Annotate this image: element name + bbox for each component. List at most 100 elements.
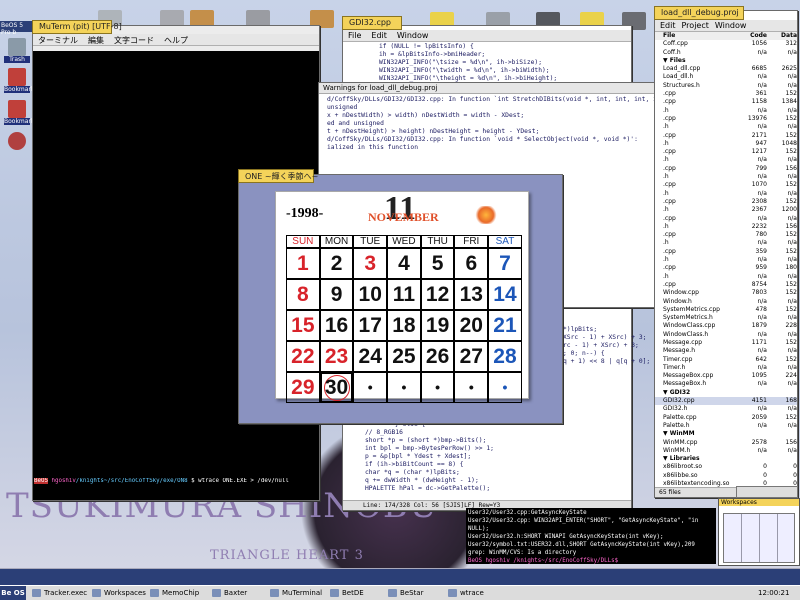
file-row[interactable]: .h n/a n/a — [655, 239, 797, 247]
file-row[interactable]: .cpp 1070 152 — [655, 181, 797, 189]
file-row[interactable]: ▼ GDI32 — [655, 389, 797, 397]
calendar-window[interactable]: ONE ~輝く季節へ~ -1998- 11 NOVEMBER SUN MON TUE… — [238, 169, 563, 424]
file-row[interactable]: .cpp 2308 152 — [655, 198, 797, 206]
file-row[interactable]: WindowClass.h n/a n/a — [655, 331, 797, 339]
task-betde[interactable]: BetDE — [328, 587, 364, 599]
bottom-terminal[interactable]: User32/User32.cpp:GetAsyncKeyState User3… — [466, 508, 716, 564]
file-row[interactable]: GDI32.h n/a n/a — [655, 405, 797, 413]
file-row[interactable]: Load_dll.cpp 6685 2625 — [655, 65, 797, 73]
file-row[interactable]: x86libbe.so 0 0 — [655, 472, 797, 480]
file-row[interactable]: Timer.h n/a n/a — [655, 364, 797, 372]
calendar-day: 2 — [319, 248, 354, 279]
editor-code-top[interactable]: if (NULL != lpBitsInfo) { ih = &lpBitsIn… — [343, 42, 631, 83]
task-workspaces[interactable]: Workspaces — [90, 587, 146, 599]
task-tracker[interactable]: Tracker.exec — [30, 587, 87, 599]
file-row[interactable]: .h n/a n/a — [655, 173, 797, 181]
menu-edit[interactable]: Edit — [660, 21, 676, 30]
desktop-icon-bookmark[interactable]: Bookmark — [4, 68, 34, 93]
file-row[interactable]: Coff.h n/a n/a — [655, 49, 797, 57]
file-row[interactable]: WinMM.h n/a n/a — [655, 447, 797, 455]
file-row[interactable]: .h 947 1048 — [655, 140, 797, 148]
editor-code-bottom[interactable]: } else { // 8_RGB16 short *p = (short *)… — [345, 421, 494, 493]
file-row[interactable]: .cpp 1217 152 — [655, 148, 797, 156]
bookmark-icon — [8, 100, 26, 118]
menu-terminal[interactable]: ターミナル — [38, 35, 78, 45]
file-row[interactable]: SystemMetrics.h n/a n/a — [655, 314, 797, 322]
file-row[interactable]: x86libroot.so 0 0 — [655, 463, 797, 471]
task-muterminal[interactable]: MuTerminal — [268, 587, 322, 599]
project-tab[interactable]: load_dll_debug.proj — [654, 6, 744, 20]
menu-edit[interactable]: 編集 — [88, 35, 104, 45]
file-row[interactable]: .h n/a n/a — [655, 123, 797, 131]
file-row[interactable]: Timer.cpp 642 152 — [655, 356, 797, 364]
deskbar-replicants[interactable] — [0, 568, 800, 585]
file-row[interactable]: .h n/a n/a — [655, 190, 797, 198]
calendar-tab[interactable]: ONE ~輝く季節へ~ — [238, 169, 318, 183]
file-row[interactable]: MessageBox.cpp 1095 224 — [655, 372, 797, 380]
menu-help[interactable]: ヘルプ — [164, 35, 188, 45]
menu-encoding[interactable]: 文字コード — [114, 35, 154, 45]
file-row[interactable]: Structures.h n/a n/a — [655, 82, 797, 90]
file-row[interactable]: WinMM.cpp 2578 156 — [655, 439, 797, 447]
file-row[interactable]: .cpp 799 156 — [655, 165, 797, 173]
file-row[interactable]: Load_dll.h n/a n/a — [655, 73, 797, 81]
workspaces-title: Workspaces — [719, 499, 799, 506]
terminal-prompt-line[interactable]: BeOS hgoshiv/knights~/src/EnoCoffSky/exe… — [34, 478, 318, 492]
file-row[interactable]: ▼ WinMM — [655, 430, 797, 438]
file-row[interactable]: ▼ Libraries — [655, 455, 797, 463]
file-row[interactable]: .cpp 1158 1384 — [655, 98, 797, 106]
task-baxter[interactable]: Baxter — [210, 587, 247, 599]
calendar-day: 26 — [420, 341, 455, 372]
file-row[interactable]: Message.cpp 1171 152 — [655, 339, 797, 347]
task-bestar[interactable]: BeStar — [386, 587, 423, 599]
file-row[interactable]: GDI32.cpp 4151 168 — [655, 397, 797, 406]
weekday-thu: THU — [420, 235, 455, 248]
desktop-icon-trash[interactable]: Trash — [4, 38, 30, 63]
file-row[interactable]: .h n/a n/a — [655, 256, 797, 264]
file-row[interactable]: SystemMetrics.cpp 478 152 — [655, 306, 797, 314]
file-row[interactable]: .cpp 2171 152 — [655, 132, 797, 140]
file-list[interactable]: Coff.cpp 1056 312 Coff.h n/a n/a ▼ Files Load_d… — [655, 40, 797, 496]
menu-file[interactable]: File — [348, 31, 361, 40]
file-row[interactable]: .cpp 359 152 — [655, 248, 797, 256]
desktop-icon-bookmark-2[interactable]: Bookmark — [4, 100, 34, 125]
file-row[interactable]: WindowClass.cpp 1879 228 — [655, 322, 797, 330]
editor-tab[interactable]: GDI32.cpp — [342, 16, 402, 30]
project-toolbar[interactable] — [736, 486, 798, 498]
file-row[interactable]: MessageBox.h n/a n/a — [655, 380, 797, 388]
file-row[interactable]: Window.h n/a n/a — [655, 298, 797, 306]
be-menu-button[interactable]: Be OS — [0, 586, 26, 600]
file-row[interactable]: .h n/a n/a — [655, 156, 797, 164]
file-row[interactable]: .cpp 780 152 — [655, 231, 797, 239]
file-row[interactable]: Message.h n/a n/a — [655, 347, 797, 355]
file-row[interactable]: .cpp 959 180 — [655, 264, 797, 272]
calendar-day: 13 — [454, 279, 489, 310]
terminal-tab[interactable]: MuTerm (pit) [UTF-8] — [32, 20, 122, 34]
desktop-icon-network[interactable] — [4, 132, 30, 154]
menu-project[interactable]: Project — [682, 21, 709, 30]
task-memochip[interactable]: MemoChip — [148, 587, 199, 599]
project-window[interactable]: load_dll_debug.proj Edit Project Window … — [654, 6, 798, 498]
file-row[interactable]: Palette.cpp 2059 152 — [655, 414, 797, 422]
file-row[interactable]: .cpp 13976 152 — [655, 115, 797, 123]
file-row[interactable]: ▼ Files — [655, 57, 797, 65]
workspaces-panel[interactable]: Workspaces — [718, 498, 800, 566]
menu-window[interactable]: Window — [397, 31, 429, 40]
file-row[interactable]: .cpp 361 152 — [655, 90, 797, 98]
file-row[interactable]: .h 2232 156 — [655, 223, 797, 231]
file-row[interactable]: Coff.cpp 1056 312 — [655, 40, 797, 48]
workspace-grid[interactable] — [723, 513, 795, 563]
file-row[interactable]: .cpp n/a n/a — [655, 215, 797, 223]
file-row[interactable]: Window.cpp 7803 152 — [655, 289, 797, 297]
file-row[interactable]: Palette.h n/a n/a — [655, 422, 797, 430]
menu-window[interactable]: Window — [715, 21, 747, 30]
file-row[interactable]: .cpp 8754 152 — [655, 281, 797, 289]
task-wtrace[interactable]: wtrace — [446, 587, 484, 599]
file-row[interactable]: .h n/a n/a — [655, 107, 797, 115]
beos-pro-label: BeOS 5 Pro b — [0, 21, 32, 36]
file-row[interactable]: .h n/a n/a — [655, 273, 797, 281]
weekday-wed: WED — [387, 235, 421, 248]
menu-edit[interactable]: Edit — [371, 31, 387, 40]
file-row[interactable]: .h 2367 1200 — [655, 206, 797, 214]
code-line: ; 0; n--) { — [563, 350, 605, 357]
